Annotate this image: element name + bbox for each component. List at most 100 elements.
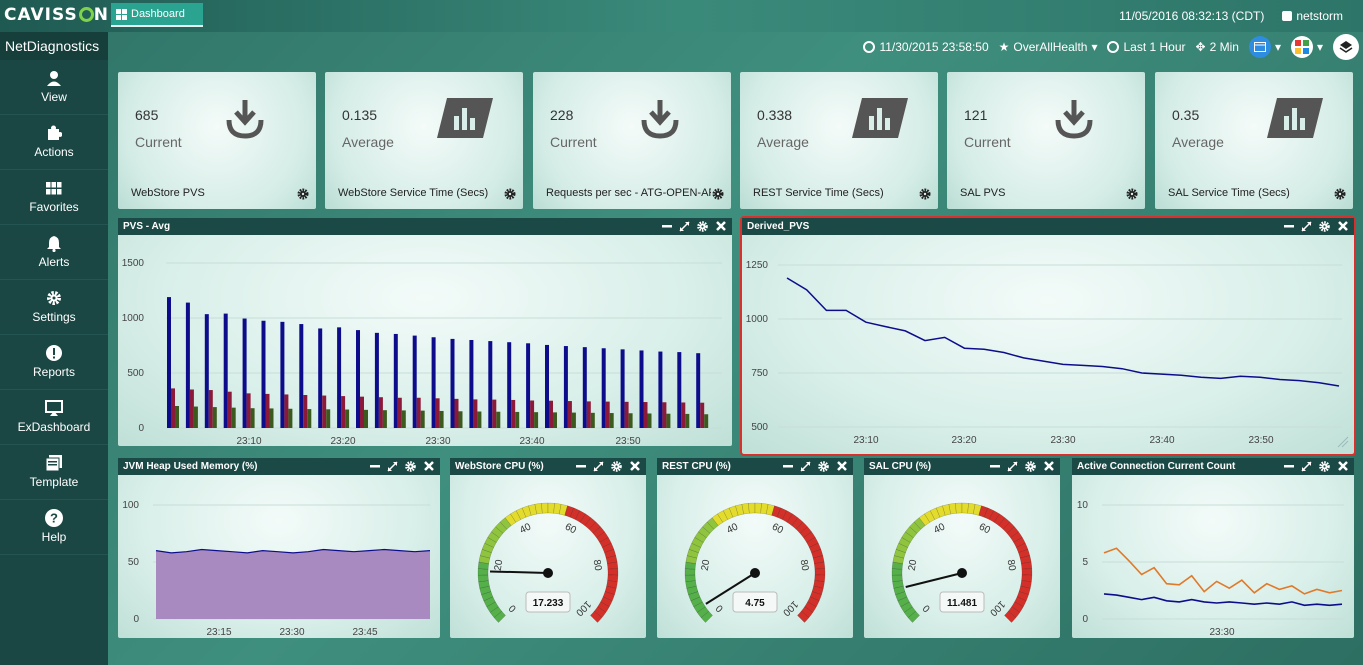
bar [666, 413, 671, 428]
derived-pvs-panel: Derived_PVS 500 750 1000 1250 23:10 23:20 23:3… [740, 216, 1356, 456]
layout-button[interactable]: ▾ [1248, 36, 1281, 58]
bar [549, 400, 553, 428]
bar [284, 394, 289, 428]
bar [401, 410, 406, 428]
gear-icon[interactable] [697, 220, 708, 232]
sidebar-item-view[interactable]: View [0, 60, 108, 115]
sidebar-item-template[interactable]: Template [0, 445, 108, 500]
panel-controls [782, 460, 847, 472]
widgets-button[interactable]: ▾ [1290, 36, 1323, 58]
sidebar-item-actions[interactable]: Actions [0, 115, 108, 170]
sidebar-item-alerts[interactable]: Alerts [0, 225, 108, 280]
sidebar-item-help[interactable]: ? Help [0, 500, 108, 555]
bar [507, 342, 512, 428]
resize-handle[interactable] [1337, 436, 1349, 448]
gear-icon[interactable] [297, 187, 309, 200]
bar [250, 408, 255, 428]
panel-title: Derived_PVS [747, 221, 810, 232]
gauge-band [955, 502, 963, 514]
y-tick-label: 5 [1082, 557, 1088, 568]
sidebar-item-exdashboard[interactable]: ExDashboard [0, 390, 108, 445]
close-icon[interactable] [629, 460, 640, 472]
panel-header: SAL CPU (%) [864, 458, 1060, 475]
bar [496, 411, 501, 428]
time-range[interactable]: Last 1 Hour [1107, 40, 1186, 54]
bar-chart-icon [1267, 96, 1323, 145]
sidebar: View Actions Favorites Alerts Settings Report… [0, 60, 108, 665]
expand-icon[interactable] [387, 460, 398, 472]
clock-icon [863, 41, 876, 53]
expand-icon[interactable] [593, 460, 604, 472]
gear-icon[interactable] [1319, 460, 1330, 472]
sidebar-item-favorites[interactable]: Favorites [0, 170, 108, 225]
panel-title: Active Connection Current Count [1077, 461, 1236, 472]
dashboard-tab-label: Dashboard [131, 8, 185, 20]
bar [492, 399, 497, 428]
y-tick-label: 10 [1077, 500, 1089, 511]
sidebar-item-label: Actions [34, 145, 74, 159]
expand-icon[interactable] [679, 220, 690, 232]
gear-icon[interactable] [919, 187, 931, 200]
bar [246, 393, 251, 428]
expand-icon[interactable] [800, 460, 811, 472]
kpi-name: WebStore Service Time (Secs) [338, 187, 489, 199]
download-icon [1053, 98, 1095, 145]
close-icon[interactable] [836, 460, 847, 472]
gauge-band [477, 574, 489, 582]
close-icon[interactable] [423, 460, 434, 472]
svg-text:?: ? [50, 511, 58, 526]
bar [261, 320, 266, 428]
puzzle-icon [45, 125, 63, 141]
panel-controls [1283, 460, 1348, 472]
user-menu[interactable]: netstorm [1282, 9, 1343, 23]
gear-icon[interactable] [611, 460, 622, 472]
minimize-icon[interactable] [369, 460, 380, 472]
minimize-icon[interactable] [575, 460, 586, 472]
dashboard-tab[interactable]: Dashboard [111, 3, 203, 27]
close-icon[interactable] [1337, 460, 1348, 472]
expand-icon[interactable] [1301, 220, 1312, 232]
gauge-tick-label: 60 [770, 521, 785, 536]
close-icon[interactable] [1043, 460, 1054, 472]
kpi-value: 0.338 [757, 107, 793, 123]
minimize-icon[interactable] [661, 220, 672, 232]
expand-icon[interactable] [1301, 460, 1312, 472]
bar [439, 410, 444, 428]
gear-icon[interactable] [1334, 187, 1346, 200]
kpi-name: Requests per sec - ATG-OPEN-API-ECS [546, 187, 711, 199]
help-icon: ? [45, 509, 63, 527]
gauge-tick-label: 100 [573, 598, 593, 618]
bar [303, 395, 308, 428]
interval[interactable]: ✥ 2 Min [1196, 40, 1239, 54]
bar [639, 350, 644, 428]
gear-icon[interactable] [405, 460, 416, 472]
gauge-band [541, 502, 549, 514]
snapshot-time[interactable]: 11/30/2015 23:58:50 [863, 40, 989, 54]
gear-icon[interactable] [1126, 187, 1138, 200]
layers-icon[interactable] [1333, 34, 1359, 60]
y-tick-label: 0 [138, 423, 144, 434]
minimize-icon[interactable] [782, 460, 793, 472]
minimize-icon[interactable] [989, 460, 1000, 472]
chevron-down-icon: ▾ [1274, 40, 1281, 54]
sidebar-item-settings[interactable]: Settings [0, 280, 108, 335]
minimize-icon[interactable] [1283, 460, 1294, 472]
minimize-icon[interactable] [1283, 220, 1294, 232]
gear-icon[interactable] [504, 187, 516, 200]
gear-icon[interactable] [1025, 460, 1036, 472]
gauge-tick-label: 80 [591, 559, 604, 572]
x-tick-label: 23:20 [330, 436, 355, 446]
expand-icon[interactable] [1007, 460, 1018, 472]
favorite-dropdown[interactable]: ★ OverAllHealth ▾ [999, 40, 1098, 54]
bar [307, 409, 312, 428]
sidebar-item-reports[interactable]: Reports [0, 335, 108, 390]
close-icon[interactable] [715, 220, 726, 232]
close-icon[interactable] [1337, 220, 1348, 232]
gauge-hub [543, 568, 553, 578]
gear-icon [45, 290, 63, 306]
gauge-value: 11.481 [947, 598, 977, 609]
gear-icon[interactable] [1319, 220, 1330, 232]
gear-icon[interactable] [712, 187, 724, 200]
gear-icon[interactable] [818, 460, 829, 472]
user-name: netstorm [1296, 9, 1343, 23]
